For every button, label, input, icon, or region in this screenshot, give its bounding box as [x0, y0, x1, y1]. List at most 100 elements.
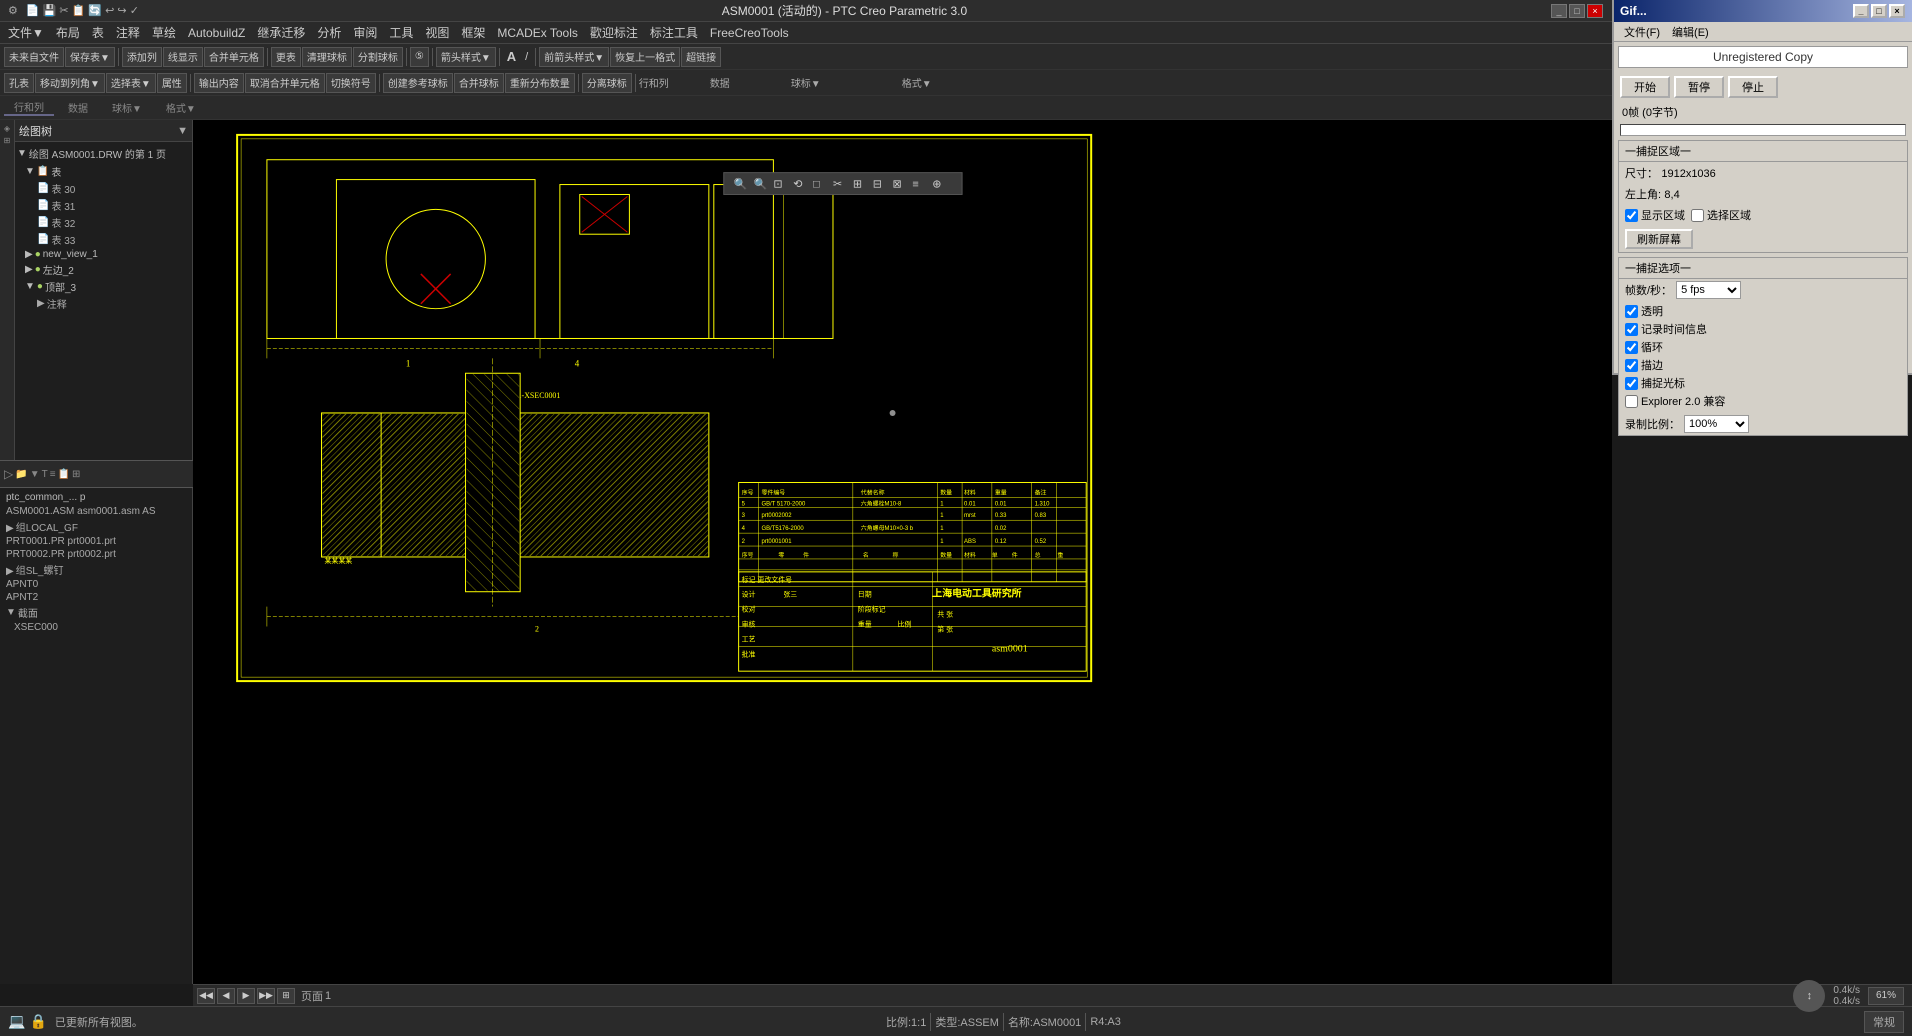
menu-table[interactable]: 表 — [86, 22, 110, 43]
menu-annotation2[interactable]: 歡迎标注 — [584, 22, 644, 43]
tb-hyperlink[interactable]: 超链接 — [681, 47, 721, 67]
menu-file[interactable]: 文件▼ — [2, 22, 50, 43]
tb-merge-balloon[interactable]: 合并球标 — [454, 73, 504, 93]
select-area-check[interactable]: 选择区域 — [1691, 207, 1751, 223]
tb-future-file[interactable]: 未来自文件 — [4, 47, 64, 67]
maximize-btn[interactable]: □ — [1569, 4, 1585, 18]
balloon-tab[interactable]: 球标▼ — [102, 100, 152, 115]
drawing-tree-expand[interactable]: ▼ — [177, 125, 188, 137]
menu-mcadex[interactable]: MCADEx Tools — [491, 24, 583, 42]
menu-framework[interactable]: 框架 — [455, 22, 491, 43]
table-item-30[interactable]: 📄表 30 — [37, 180, 190, 197]
tb-create-ref[interactable]: 创建参考球标 — [383, 73, 453, 93]
gif-pause-btn[interactable]: 暂停 — [1674, 76, 1724, 98]
border-check[interactable]: 描边 — [1625, 357, 1901, 373]
model-tree-item-prt1[interactable]: PRT0001.PR prt0001.prt — [2, 535, 190, 548]
new-view-item[interactable]: ▶● new_view_1 — [25, 248, 190, 261]
tb-add-col[interactable]: 添加列 — [122, 47, 162, 67]
close-btn[interactable]: × — [1587, 4, 1603, 18]
panel-icon6[interactable]: 📋 — [58, 469, 70, 480]
model-tree-item-asm[interactable]: ASM0001.ASM asm0001.asm AS — [2, 505, 190, 518]
tb-save[interactable]: 保存表▼ — [65, 47, 115, 67]
show-area-check[interactable]: 显示区域 — [1625, 207, 1685, 223]
menu-annotool[interactable]: 标注工具 — [644, 22, 704, 43]
data-tab[interactable]: 数据 — [58, 100, 98, 115]
tb-update[interactable]: 更表 — [271, 47, 301, 67]
panel-icon3[interactable]: ▼ — [30, 469, 40, 480]
table-expand[interactable]: ▼📋 表 — [25, 163, 190, 180]
strip-icon1[interactable]: ◈ — [4, 124, 10, 133]
model-tree-item-prt2[interactable]: PRT0002.PR prt0002.prt — [2, 548, 190, 561]
scale-select[interactable]: 100% — [1684, 415, 1749, 433]
tb-restore-style[interactable]: 恢复上一格式 — [610, 47, 680, 67]
loop-check[interactable]: 循环 — [1625, 339, 1901, 355]
tb-merge-cells[interactable]: 合并单元格 — [204, 47, 264, 67]
menu-review[interactable]: 审阅 — [347, 22, 383, 43]
menu-view[interactable]: 视图 — [419, 22, 455, 43]
leftedge-item[interactable]: ▶● 左边_2 — [25, 261, 190, 278]
format-tab[interactable]: 格式▼ — [156, 100, 206, 115]
annotation-item[interactable]: ▶注释 — [37, 295, 190, 312]
menu-inherit[interactable]: 继承迁移 — [251, 22, 311, 43]
panel-icon5[interactable]: ≡ — [50, 469, 56, 480]
nav-next[interactable]: ▶ — [237, 988, 255, 1004]
refresh-screen-btn[interactable]: 刷新屏幕 — [1625, 229, 1693, 249]
menu-autobildz[interactable]: AutobuildZ — [182, 24, 251, 42]
strip-icon2[interactable]: ⊞ — [4, 136, 11, 145]
table-item-32[interactable]: 📄表 32 — [37, 214, 190, 231]
tb-arrow-style[interactable]: 箭头样式▼ — [436, 47, 496, 67]
tb-select-table[interactable]: 选择表▼ — [106, 73, 156, 93]
gif-menu-edit[interactable]: 编辑(E) — [1666, 24, 1715, 40]
panel-icon2[interactable]: 📁 — [15, 469, 27, 480]
table-item-33[interactable]: 📄表 33 — [37, 231, 190, 248]
model-tree-item-local[interactable]: ▶组LOCAL_GF — [2, 518, 190, 535]
minimize-btn[interactable]: _ — [1551, 4, 1567, 18]
menu-annotation[interactable]: 注释 — [110, 22, 146, 43]
capture-cursor-check[interactable]: 捕捉光标 — [1625, 375, 1901, 391]
transparent-check[interactable]: 透明 — [1625, 303, 1901, 319]
table-item-31[interactable]: 📄表 31 — [37, 197, 190, 214]
menu-layout[interactable]: 布局 — [50, 22, 86, 43]
tb-unmerge[interactable]: 取消合并单元格 — [245, 73, 325, 93]
tb-hole-table[interactable]: 孔表 — [4, 73, 34, 93]
tb-line-display[interactable]: 线显示 — [163, 47, 203, 67]
model-tree-item-apnt0[interactable]: APNT0 — [2, 578, 190, 591]
panel-icon4[interactable]: T — [42, 469, 48, 480]
nav-add[interactable]: ⊞ — [277, 988, 295, 1004]
rowcol-tab[interactable]: 行和列 — [4, 99, 54, 116]
tb-split-balloon[interactable]: 分割球标 — [353, 47, 403, 67]
explorer-check[interactable]: Explorer 2.0 兼容 — [1625, 393, 1901, 409]
gif-min-btn[interactable]: _ — [1853, 4, 1869, 18]
model-tree-item-apnt2[interactable]: APNT2 — [2, 591, 190, 604]
record-time-check[interactable]: 记录时间信息 — [1625, 321, 1901, 337]
gif-start-btn[interactable]: 开始 — [1620, 76, 1670, 98]
model-tree-item-sl[interactable]: ▶组SL_螺钉 — [2, 561, 190, 578]
tb-redist[interactable]: 重新分布数量 — [505, 73, 575, 93]
panel-icon7[interactable]: ⊞ — [72, 469, 80, 480]
tb-clear-balloon[interactable]: 清理球标 — [302, 47, 352, 67]
gif-close-btn[interactable]: × — [1889, 4, 1905, 18]
tb-upper-style[interactable]: 前箭头样式▼ — [539, 47, 609, 67]
gif-stop-btn[interactable]: 停止 — [1728, 76, 1778, 98]
nav-last[interactable]: ▶▶ — [257, 988, 275, 1004]
menu-sketch[interactable]: 草绘 — [146, 22, 182, 43]
top-expand[interactable]: ▼● 顶部_3 — [25, 278, 190, 295]
model-tree-item-xsec[interactable]: XSEC000 — [2, 621, 190, 634]
menu-tools[interactable]: 工具 — [383, 22, 419, 43]
drawing-tree-tab[interactable]: 绘图树 — [19, 123, 52, 139]
tb-attr[interactable]: 属性 — [157, 73, 187, 93]
gif-menu-file[interactable]: 文件(F) — [1618, 24, 1666, 40]
model-tree-item-section[interactable]: ▼截面 — [2, 604, 190, 621]
tb-move-corner[interactable]: 移动到列角▼ — [35, 73, 105, 93]
panel-icon1[interactable]: ▷ — [4, 467, 13, 481]
nav-first[interactable]: ◀◀ — [197, 988, 215, 1004]
gif-max-btn[interactable]: □ — [1871, 4, 1887, 18]
tb-split-balloon2[interactable]: 分离球标 — [582, 73, 632, 93]
nav-prev[interactable]: ◀ — [217, 988, 235, 1004]
menu-analysis[interactable]: 分析 — [311, 22, 347, 43]
tb-toggle-symbol[interactable]: 切换符号 — [326, 73, 376, 93]
menu-freecreo[interactable]: FreeCreoTools — [704, 24, 795, 42]
tb-output-content[interactable]: 输出内容 — [194, 73, 244, 93]
tb-balloon5[interactable]: ⑤ — [410, 47, 429, 67]
fps-select[interactable]: 5 fps — [1676, 281, 1741, 299]
